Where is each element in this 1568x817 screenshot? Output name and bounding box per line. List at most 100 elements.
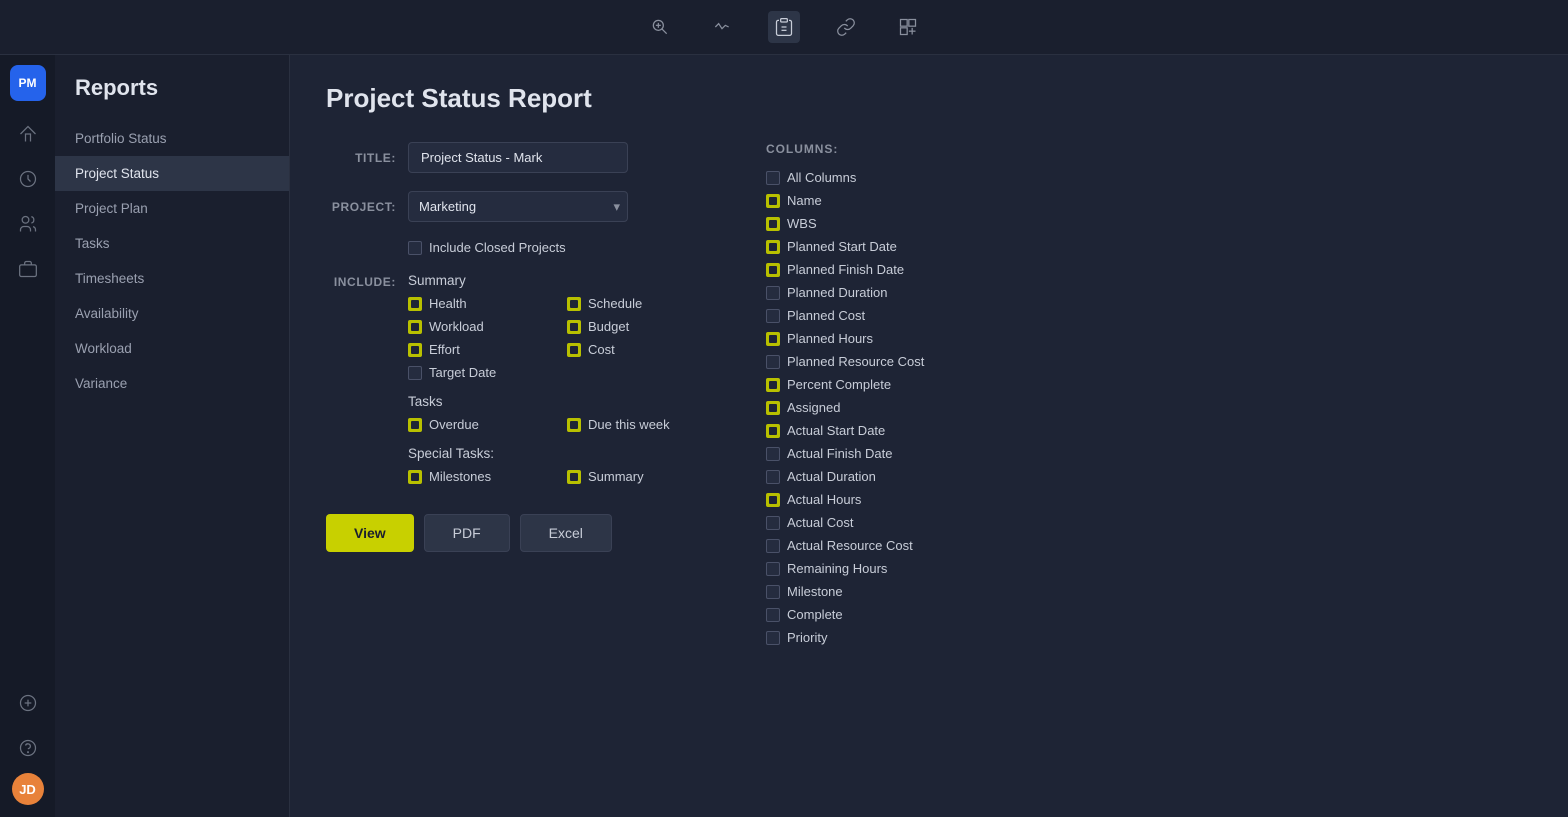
- col-actual-finish-date[interactable]: Actual Finish Date: [766, 446, 1522, 461]
- schedule-checkbox[interactable]: Schedule: [567, 296, 706, 311]
- title-input[interactable]: [408, 142, 628, 173]
- summary-tasks-checkbox[interactable]: Summary: [567, 469, 706, 484]
- columns-section: COLUMNS: All Columns Name WBS: [766, 142, 1532, 645]
- col-actual-hours-label: Actual Hours: [787, 492, 861, 507]
- summary-checkbox-grid: Health Schedule Workload: [408, 296, 706, 380]
- col-planned-resource-cost-cb: [766, 355, 780, 369]
- col-planned-duration-label: Planned Duration: [787, 285, 887, 300]
- form-left: TITLE: PROJECT: Marketing Development De…: [326, 142, 706, 645]
- cost-cb-box: [567, 343, 581, 357]
- sidebar-item-timesheets[interactable]: Timesheets: [55, 261, 289, 296]
- layout-icon[interactable]: [892, 11, 924, 43]
- col-planned-cost[interactable]: Planned Cost: [766, 308, 1522, 323]
- sidebar-item-portfolio-status[interactable]: Portfolio Status: [55, 121, 289, 156]
- col-wbs-cb: [766, 217, 780, 231]
- col-assigned[interactable]: Assigned: [766, 400, 1522, 415]
- col-complete[interactable]: Complete: [766, 607, 1522, 622]
- nav-sidebar-title: Reports: [55, 75, 289, 121]
- help-icon[interactable]: [8, 728, 48, 768]
- sidebar-item-availability[interactable]: Availability: [55, 296, 289, 331]
- col-percent-complete-cb: [766, 378, 780, 392]
- workload-checkbox[interactable]: Workload: [408, 319, 547, 334]
- clipboard-icon[interactable]: [768, 11, 800, 43]
- col-remaining-hours[interactable]: Remaining Hours: [766, 561, 1522, 576]
- cost-checkbox[interactable]: Cost: [567, 342, 706, 357]
- col-planned-finish-date-label: Planned Finish Date: [787, 262, 904, 277]
- col-milestone[interactable]: Milestone: [766, 584, 1522, 599]
- main-content: Project Status Report TITLE: PROJECT: Ma…: [290, 55, 1568, 817]
- special-tasks-row: Special Tasks: Milestones Summary: [326, 446, 706, 484]
- col-complete-cb: [766, 608, 780, 622]
- col-planned-start-date[interactable]: Planned Start Date: [766, 239, 1522, 254]
- project-select[interactable]: Marketing Development Design Operations: [408, 191, 628, 222]
- special-tasks-title: Special Tasks:: [408, 446, 706, 461]
- health-checkbox[interactable]: Health: [408, 296, 547, 311]
- pdf-button[interactable]: PDF: [424, 514, 510, 552]
- col-planned-resource-cost-label: Planned Resource Cost: [787, 354, 924, 369]
- sidebar-item-variance[interactable]: Variance: [55, 366, 289, 401]
- col-actual-resource-cost[interactable]: Actual Resource Cost: [766, 538, 1522, 553]
- milestones-checkbox[interactable]: Milestones: [408, 469, 547, 484]
- budget-checkbox[interactable]: Budget: [567, 319, 706, 334]
- col-planned-duration[interactable]: Planned Duration: [766, 285, 1522, 300]
- sidebar-history-icon[interactable]: [8, 159, 48, 199]
- add-icon[interactable]: [8, 683, 48, 723]
- excel-button[interactable]: Excel: [520, 514, 612, 552]
- col-actual-cost[interactable]: Actual Cost: [766, 515, 1522, 530]
- col-priority[interactable]: Priority: [766, 630, 1522, 645]
- include-closed-row: Include Closed Projects: [326, 240, 706, 255]
- tasks-spacer: [326, 394, 396, 396]
- avatar[interactable]: JD: [12, 773, 44, 805]
- link-icon[interactable]: [830, 11, 862, 43]
- target-date-label: Target Date: [429, 365, 496, 380]
- overdue-checkbox[interactable]: Overdue: [408, 417, 547, 432]
- activity-icon[interactable]: [706, 11, 738, 43]
- col-percent-complete[interactable]: Percent Complete: [766, 377, 1522, 392]
- buttons-row: View PDF Excel: [326, 514, 706, 552]
- col-wbs-label: WBS: [787, 216, 817, 231]
- include-closed-checkbox[interactable]: Include Closed Projects: [408, 240, 566, 255]
- special-tasks-checkbox-grid: Milestones Summary: [408, 469, 706, 484]
- col-actual-duration-cb: [766, 470, 780, 484]
- top-toolbar: [0, 0, 1568, 55]
- sidebar-item-workload[interactable]: Workload: [55, 331, 289, 366]
- form-section: TITLE: PROJECT: Marketing Development De…: [326, 142, 1532, 645]
- sidebar-item-project-status[interactable]: Project Status: [55, 156, 289, 191]
- sidebar-briefcase-icon[interactable]: [8, 249, 48, 289]
- col-all-columns[interactable]: All Columns: [766, 170, 1522, 185]
- view-button[interactable]: View: [326, 514, 414, 552]
- col-priority-cb: [766, 631, 780, 645]
- include-section: INCLUDE: Summary Health Schedule: [326, 273, 706, 484]
- col-planned-hours[interactable]: Planned Hours: [766, 331, 1522, 346]
- col-planned-duration-cb: [766, 286, 780, 300]
- col-planned-resource-cost[interactable]: Planned Resource Cost: [766, 354, 1522, 369]
- include-closed-cb-box: [408, 241, 422, 255]
- summary-title: Summary: [408, 273, 706, 288]
- main-layout: PM: [0, 55, 1568, 817]
- col-actual-start-date-cb: [766, 424, 780, 438]
- pm-logo[interactable]: PM: [10, 65, 46, 101]
- search-zoom-icon[interactable]: [644, 11, 676, 43]
- col-name[interactable]: Name: [766, 193, 1522, 208]
- due-this-week-cb-box: [567, 418, 581, 432]
- special-tasks-spacer: [326, 446, 396, 448]
- col-actual-duration[interactable]: Actual Duration: [766, 469, 1522, 484]
- page-title: Project Status Report: [326, 83, 1532, 114]
- col-priority-label: Priority: [787, 630, 827, 645]
- col-actual-hours[interactable]: Actual Hours: [766, 492, 1522, 507]
- health-label: Health: [429, 296, 467, 311]
- sidebar-home-icon[interactable]: [8, 114, 48, 154]
- sidebar-users-icon[interactable]: [8, 204, 48, 244]
- col-percent-complete-label: Percent Complete: [787, 377, 891, 392]
- col-actual-finish-date-cb: [766, 447, 780, 461]
- sidebar-item-tasks[interactable]: Tasks: [55, 226, 289, 261]
- effort-checkbox[interactable]: Effort: [408, 342, 547, 357]
- col-actual-start-date[interactable]: Actual Start Date: [766, 423, 1522, 438]
- workload-label: Workload: [429, 319, 484, 334]
- sidebar-item-project-plan[interactable]: Project Plan: [55, 191, 289, 226]
- col-planned-finish-date[interactable]: Planned Finish Date: [766, 262, 1522, 277]
- col-actual-finish-date-label: Actual Finish Date: [787, 446, 893, 461]
- col-wbs[interactable]: WBS: [766, 216, 1522, 231]
- target-date-checkbox[interactable]: Target Date: [408, 365, 547, 380]
- due-this-week-checkbox[interactable]: Due this week: [567, 417, 706, 432]
